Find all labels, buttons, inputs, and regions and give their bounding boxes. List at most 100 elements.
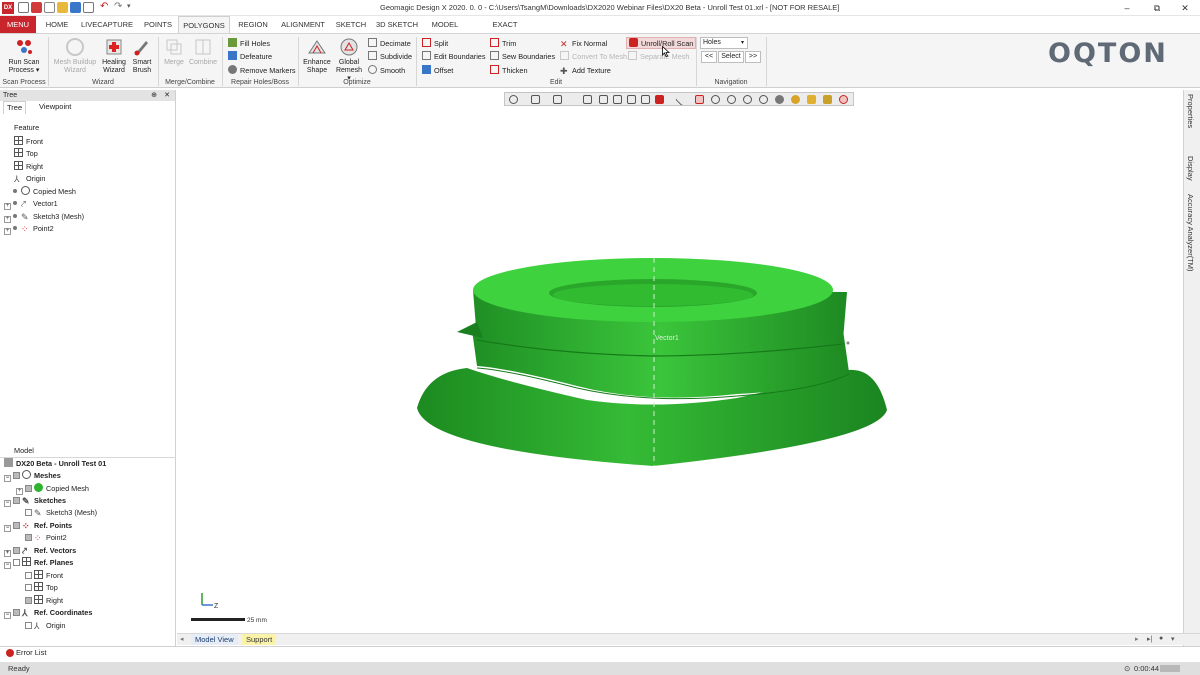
feature-top[interactable]: Top [14,148,38,160]
collapse-icon[interactable]: − [4,475,11,482]
3d-viewport[interactable]: Vector1 Z 25 mm [177,90,1182,646]
model-ref-planes[interactable]: − Ref. Planes [4,557,73,569]
expand-icon[interactable]: + [4,203,11,210]
view-right-icon[interactable] [627,95,636,104]
feature-front[interactable]: Front [14,136,43,148]
trim-button[interactable]: Trim [490,38,516,50]
remove-markers-button[interactable]: Remove Markers [228,65,296,77]
tab-display[interactable]: Display [1186,156,1195,181]
healing-wizard-button[interactable]: Healing Wizard [100,37,128,77]
circle-select-icon[interactable] [711,95,720,104]
tab-viewpoint[interactable]: Viewpoint [36,101,74,113]
checkbox[interactable] [13,472,20,479]
checkbox[interactable] [25,572,32,579]
tab-menu-icon[interactable]: ● [1159,635,1163,642]
merge-button[interactable]: Merge [162,37,186,77]
tab-home[interactable]: HOME [40,16,74,33]
model-plane-top[interactable]: Top [25,582,58,594]
tab-polygons[interactable]: POLYGONS [178,16,230,33]
view-bottom-icon[interactable] [655,95,664,104]
run-scan-process-button[interactable]: Run Scan Process ▾ [4,37,44,77]
model-meshes[interactable]: − Meshes [4,470,61,482]
checkbox[interactable] [13,522,20,529]
model-root[interactable]: DX20 Beta - Unroll Test 01 [4,458,106,470]
model-plane-front[interactable]: Front [25,570,63,582]
convert-to-mesh-button[interactable]: Convert To Mesh [560,51,627,63]
global-remesh-button[interactable]: Global Remesh ▾ [334,37,364,82]
feature-vector1[interactable]: + ⤤ Vector1 [4,198,58,210]
view-front-icon[interactable] [583,95,592,104]
navigation-type-select[interactable]: Holes ▾ [700,37,748,49]
feature-point2[interactable]: + ⁘ Point2 [4,223,54,235]
mesh-model[interactable] [417,258,887,466]
edit-boundaries-button[interactable]: Edit Boundaries [422,51,486,63]
model-sketch3[interactable]: ✎ Sketch3 (Mesh) [25,507,97,519]
smooth-button[interactable]: Smooth [368,65,405,77]
tab-livecapture[interactable]: LIVECAPTURE [78,16,136,33]
collapse-icon[interactable]: − [4,562,11,569]
view-shape-icon[interactable] [509,95,518,104]
smart-brush-button[interactable]: Smart Brush [130,37,154,77]
tab-points[interactable]: POINTS [140,16,176,33]
model-ref-vectors[interactable]: + ⤤ Ref. Vectors [4,545,76,557]
view-cube-icon[interactable] [531,95,540,104]
expand-icon[interactable]: + [4,216,11,223]
model-copied-mesh[interactable]: + Copied Mesh [16,483,89,495]
line-select-icon[interactable] [675,93,688,106]
tab-alignment[interactable]: ALIGNMENT [278,16,328,33]
combine-button[interactable]: Combine [188,37,218,77]
scroll-right-icon[interactable]: ▸ [1135,635,1139,643]
collapse-icon[interactable]: − [4,500,11,507]
nav-previous-button[interactable]: << [701,51,717,63]
undo-icon[interactable]: ↶ [100,2,111,13]
close-tab-icon[interactable]: ▾ [1171,635,1175,643]
extend-select-icon[interactable] [807,95,816,104]
maximize-button[interactable]: ⧉ [1142,1,1172,15]
model-ref-coordinates[interactable]: − ⅄ Ref. Coordinates [4,607,92,619]
close-panel-icon[interactable]: ✕ [164,90,170,101]
checkbox[interactable] [25,534,32,541]
fill-holes-button[interactable]: Fill Holes [228,38,270,50]
checkbox[interactable] [25,485,32,492]
tab-tree[interactable]: Tree [3,101,27,114]
save-icon[interactable] [70,2,81,13]
feature-sketch3[interactable]: + ✎ Sketch3 (Mesh) [4,211,84,223]
sew-boundaries-button[interactable]: Sew Boundaries [490,51,555,63]
visibility-eye-icon[interactable] [839,95,848,104]
checkbox[interactable] [25,622,32,629]
nav-next-button[interactable]: >> [745,51,761,63]
offset-button[interactable]: Offset [422,65,453,77]
lasso-icon[interactable] [775,95,784,104]
freeform-select-icon[interactable] [743,95,752,104]
collapse-icon[interactable]: − [4,525,11,532]
checkbox[interactable] [13,497,20,504]
paint-select-icon[interactable] [759,95,768,104]
subdivide-button[interactable]: Subdivide [368,51,412,63]
scroll-left-icon[interactable]: ◂ [180,635,184,643]
view-top-icon[interactable] [641,95,650,104]
tab-exact-surfacing[interactable]: EXACT SURFACING [470,16,540,46]
thicken-button[interactable]: Thicken [490,65,528,77]
open-icon[interactable] [57,2,68,13]
smart-select-icon[interactable] [823,95,832,104]
next-tab-icon[interactable]: ▸| [1147,635,1152,643]
checkbox[interactable] [13,547,20,554]
expand-icon[interactable]: + [4,550,11,557]
error-list-tab[interactable]: Error List [16,647,46,659]
pin-icon[interactable]: ⊕ [151,90,157,101]
tab-menu[interactable]: MENU [0,16,36,33]
checkbox[interactable] [25,584,32,591]
tab-model-view[interactable]: Model View [191,634,238,645]
tab-support[interactable]: Support [242,634,277,645]
brush-select-icon[interactable] [791,95,800,104]
checkbox[interactable] [25,597,32,604]
feature-copied-mesh[interactable]: Copied Mesh [13,186,76,198]
checkbox[interactable] [25,509,32,516]
checkbox[interactable] [13,559,20,566]
expand-icon[interactable]: + [4,228,11,235]
model-ref-points[interactable]: − ⁘ Ref. Points [4,520,72,532]
view-back-icon[interactable] [599,95,608,104]
add-texture-button[interactable]: ✚ Add Texture [560,65,611,77]
feature-right[interactable]: Right [14,161,43,173]
view-left-icon[interactable] [613,95,622,104]
